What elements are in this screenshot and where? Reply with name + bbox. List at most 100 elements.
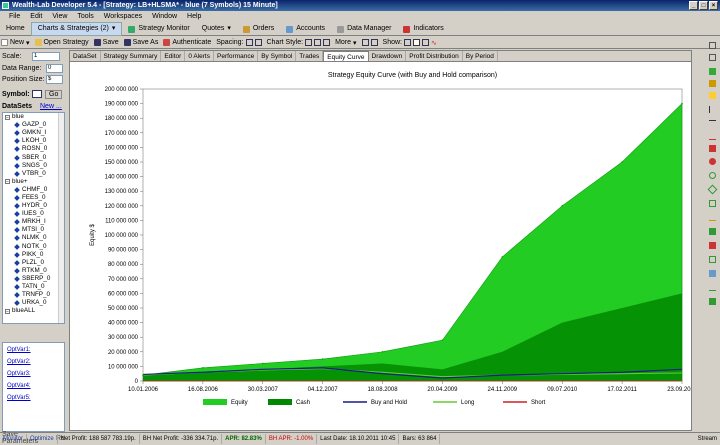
maximize-button[interactable]: □ <box>699 1 708 10</box>
fibonacci-icon[interactable] <box>709 145 716 152</box>
symbol-item[interactable]: RTKM_0 <box>3 267 64 275</box>
tab-quotes[interactable]: Quotes ▾ <box>196 23 237 35</box>
save-button[interactable]: Save <box>93 39 119 46</box>
horizontal-line-icon[interactable] <box>709 120 716 127</box>
speed-lines-icon[interactable] <box>709 270 716 277</box>
tab-orders[interactable]: Orders <box>237 23 280 35</box>
optvar-2[interactable]: OptVar2: <box>7 359 64 367</box>
symbol-item[interactable]: TATN_0 <box>3 283 64 291</box>
tab-performance[interactable]: Performance <box>214 51 259 61</box>
dataset-group[interactable]: − blue+ <box>3 178 64 186</box>
tab-trades[interactable]: Trades <box>296 51 324 61</box>
new-dataset-link[interactable]: New ... <box>40 103 62 110</box>
open-strategy-button[interactable]: Open Strategy <box>34 39 89 46</box>
symbol-item[interactable]: PLZL_0 <box>3 259 64 267</box>
line-tool-icon[interactable] <box>709 106 716 113</box>
position-size-input[interactable] <box>46 74 63 84</box>
tab-strategy-summary[interactable]: Strategy Summary <box>101 51 162 61</box>
dataset-group[interactable]: − blue <box>3 113 64 121</box>
symbol-item[interactable]: SNGS_0 <box>3 162 64 170</box>
trend-line-icon[interactable] <box>709 133 716 140</box>
symbol-item[interactable]: HYDR_0 <box>3 202 64 210</box>
circle-icon[interactable] <box>709 172 716 179</box>
symbol-item[interactable]: CHMF_0 <box>3 186 64 194</box>
candle-icon[interactable] <box>305 39 313 46</box>
tab-editor[interactable]: Editor <box>161 51 186 61</box>
tab-strategy-monitor[interactable]: Strategy Monitor <box>122 23 195 35</box>
optimize-status-button[interactable]: Optimize <box>27 433 58 444</box>
layout-icon[interactable] <box>361 39 369 46</box>
symbol-item[interactable]: SBER_0 <box>3 153 64 161</box>
arrow-icon[interactable] <box>709 242 716 249</box>
minimize-button[interactable]: _ <box>689 1 698 10</box>
channel-icon[interactable] <box>709 228 716 235</box>
pitchfork-icon[interactable] <box>709 298 716 305</box>
bar-icon[interactable] <box>314 39 322 46</box>
symbol-item[interactable]: LKOH_0 <box>3 137 64 145</box>
tab-dataset[interactable]: DataSet <box>70 51 101 61</box>
note-icon[interactable] <box>709 92 716 99</box>
symbol-item[interactable]: NLMK_0 <box>3 234 64 242</box>
symbol-item[interactable]: FEES_0 <box>3 194 64 202</box>
tab-home[interactable]: Home <box>0 23 31 35</box>
tab-0-alerts[interactable]: 0 Alerts <box>185 51 214 61</box>
diamond-icon[interactable] <box>707 184 718 195</box>
crosshair-icon[interactable] <box>709 54 716 61</box>
line-icon[interactable] <box>323 39 331 46</box>
monitor-status-button[interactable]: Monitor <box>0 433 28 444</box>
symbol-item[interactable]: ROSN_0 <box>3 145 64 153</box>
tab-profit-distribution[interactable]: Profit Distribution <box>406 51 463 61</box>
save-as-button[interactable]: Save As <box>123 39 158 46</box>
tab-indicators[interactable]: Indicators <box>397 23 449 35</box>
symbol-item[interactable]: GMKN_I <box>3 129 64 137</box>
gann-icon[interactable] <box>709 284 716 291</box>
symbol-item[interactable]: PIKK_0 <box>3 251 64 259</box>
authenticate-button[interactable]: Authenticate <box>163 39 211 46</box>
optvar-4[interactable]: OptVar4: <box>7 383 64 391</box>
ray-icon[interactable] <box>709 214 716 221</box>
wave-icon[interactable]: ∿ <box>431 39 437 47</box>
tab-by-period[interactable]: By Period <box>463 51 498 61</box>
dataset-group[interactable]: − blueALL <box>3 307 64 315</box>
symbol-item[interactable]: GAZP_0 <box>3 121 64 129</box>
data-range-input[interactable] <box>46 63 63 73</box>
grid-icon[interactable] <box>370 39 378 46</box>
more-button[interactable]: More ▾ <box>335 39 356 47</box>
close-button[interactable]: × <box>709 1 718 10</box>
tab-drawdown[interactable]: Drawdown <box>369 51 407 61</box>
scale-input[interactable] <box>32 51 60 61</box>
annotation-icon[interactable] <box>709 80 716 87</box>
spacing-increase-icon[interactable] <box>254 39 262 46</box>
symbol-item[interactable]: NOTK_0 <box>3 243 64 251</box>
tab-data-manager[interactable]: Data Manager <box>331 23 397 35</box>
symbol-item[interactable]: SBERP_0 <box>3 275 64 283</box>
optvar-5[interactable]: OptVar5: <box>7 395 64 403</box>
tree-scrollbar[interactable] <box>58 113 64 323</box>
symbol-dropdown[interactable] <box>32 90 42 98</box>
show-trades-icon[interactable] <box>404 39 412 46</box>
tab-charts-strategies[interactable]: Charts & Strategies (2) ▾ <box>30 22 123 36</box>
menu-window[interactable]: Window <box>147 11 182 23</box>
ellipse-icon[interactable] <box>709 158 716 165</box>
show-volume-icon[interactable] <box>422 39 430 46</box>
optvar-1[interactable]: OptVar1: <box>7 347 64 355</box>
menu-help[interactable]: Help <box>182 11 206 23</box>
symbol-item[interactable]: MTSI_0 <box>3 226 64 234</box>
menu-file[interactable]: File <box>4 11 25 23</box>
symbol-item[interactable]: MRKH_I <box>3 218 64 226</box>
spacing-decrease-icon[interactable] <box>245 39 253 46</box>
chart-icon[interactable] <box>709 68 716 75</box>
optvar-3[interactable]: OptVar3: <box>7 371 64 379</box>
symbol-item[interactable]: IUES_0 <box>3 210 64 218</box>
regression-icon[interactable] <box>709 256 716 263</box>
go-button[interactable]: Go <box>45 89 63 99</box>
rectangle-icon[interactable] <box>709 200 716 207</box>
symbol-item[interactable]: URKA_0 <box>3 299 64 307</box>
tab-by-symbol[interactable]: By Symbol <box>258 51 297 61</box>
symbol-item[interactable]: VTBR_0 <box>3 170 64 178</box>
new-button[interactable]: New ▾ <box>1 39 30 47</box>
tab-accounts[interactable]: Accounts <box>280 23 331 35</box>
symbol-item[interactable]: TRNFP_0 <box>3 291 64 299</box>
tab-equity-curve[interactable]: Equity Curve <box>323 51 369 61</box>
cursor-icon[interactable] <box>709 42 716 49</box>
